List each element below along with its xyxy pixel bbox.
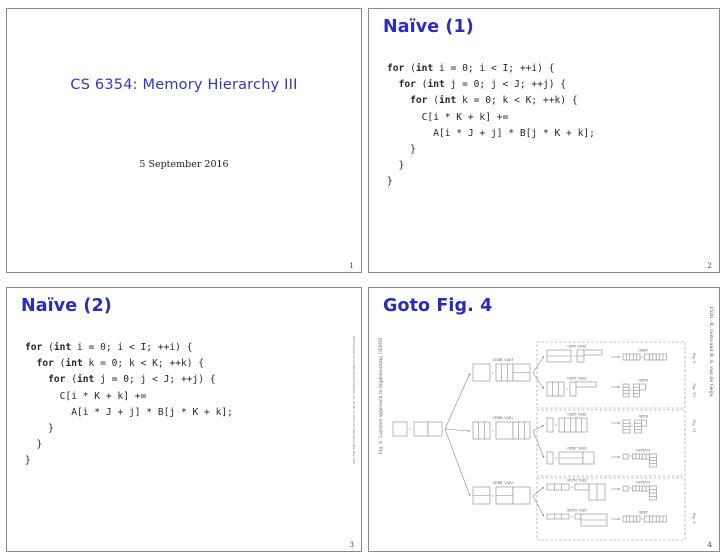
page-number: 3 (349, 540, 354, 549)
svg-text:=: = (641, 517, 644, 521)
svg-text:=: = (555, 423, 558, 427)
slide-title: Goto Fig. 4 (383, 296, 493, 316)
svg-text:GEPM_VAR2: GEPM_VAR2 (567, 479, 588, 483)
svg-text:=: = (641, 355, 644, 359)
svg-text:GEPB: GEPB (638, 415, 648, 419)
svg-text:=: = (571, 515, 574, 519)
presentation-date: 5 September 2016 (139, 159, 229, 170)
handout-sheet: CS 6354: Memory Hierarchy III 5 Septembe… (0, 0, 720, 557)
svg-text:GEBP_VAR1: GEBP_VAR1 (567, 413, 587, 417)
svg-text:GEPP_VAR1: GEPP_VAR1 (567, 345, 587, 349)
figure-caption: Fig. 4. Layered approach to implementing… (379, 338, 384, 455)
slide-3[interactable]: Naïve (2) for (int i = 0; i < I; ++i) { … (6, 287, 362, 552)
page-number: 1 (349, 261, 354, 270)
svg-text:GEPDOT: GEPDOT (636, 449, 651, 453)
svg-text:Fig. 9: Fig. 9 (692, 512, 697, 524)
svg-text:Fig. 11: Fig. 11 (692, 419, 697, 433)
svg-text:GEPP_VAR2: GEPP_VAR2 (567, 377, 587, 381)
svg-text:GEPM_VAR1: GEPM_VAR1 (567, 509, 588, 513)
svg-text:=: = (629, 487, 632, 491)
source-credit-vertical: ACM Transactions on Mathematical Softwar… (352, 336, 355, 465)
svg-text:GEPDOT: GEPDOT (636, 481, 651, 485)
svg-text:GEBP: GEBP (638, 349, 648, 353)
journal-running-head: 1526 · K. Goto and R. A. van de Geijn (708, 306, 713, 397)
slide-title: Naïve (2) (21, 296, 112, 316)
page-number: 4 (707, 540, 712, 549)
svg-text:=: = (631, 425, 634, 429)
svg-text:GEBP: GEBP (638, 511, 648, 515)
layered-gemm-diagram: = GEBB_VAR1 = GEBB_VAR2 = GEBB_VAR3 = GEPP_VAR1… (392, 341, 697, 541)
svg-text:GEBB_VAR3: GEBB_VAR3 (492, 481, 513, 485)
svg-text:=: = (566, 387, 569, 391)
svg-text:=: = (492, 495, 495, 499)
code-listing: for (int i = 0; i < I; ++i) { for (int j… (387, 63, 595, 188)
svg-text:Fig. 10: Fig. 10 (692, 383, 697, 397)
svg-text:GEBB_VAR1: GEBB_VAR1 (492, 358, 513, 362)
code-listing: for (int i = 0; i < I; ++i) { for (int k… (25, 342, 233, 467)
goto-figure-4: = GEBB_VAR1 = GEBB_VAR2 = GEBB_VAR3 = GEPP_VAR1… (375, 322, 713, 544)
svg-text:=: = (409, 428, 412, 432)
slide-4[interactable]: Goto Fig. 4 = GEBB_VAR1 = GEBB_VAR2 = GEBB_VA… (368, 287, 720, 552)
svg-text:=: = (630, 389, 633, 393)
page-title: CS 6354: Memory Hierarchy III (70, 77, 298, 93)
svg-text:=: = (555, 456, 558, 460)
page-number: 2 (707, 261, 712, 270)
svg-text:GEBB_VAR2: GEBB_VAR2 (492, 416, 513, 420)
slide-title: Naïve (1) (383, 17, 474, 37)
svg-text:=: = (629, 455, 632, 459)
svg-text:=: = (492, 430, 495, 434)
slide-2[interactable]: Naïve (1) for (int i = 0; i < I; ++i) { … (368, 8, 720, 273)
svg-text:Fig. 8: Fig. 8 (692, 352, 697, 364)
svg-text:=: = (571, 485, 574, 489)
svg-text:=: = (573, 354, 576, 358)
slide-1[interactable]: CS 6354: Memory Hierarchy III 5 Septembe… (6, 8, 362, 273)
svg-text:GEPB: GEPB (638, 379, 648, 383)
svg-text:GEBP_VAR2: GEBP_VAR2 (567, 447, 587, 451)
svg-text:=: = (492, 372, 495, 376)
